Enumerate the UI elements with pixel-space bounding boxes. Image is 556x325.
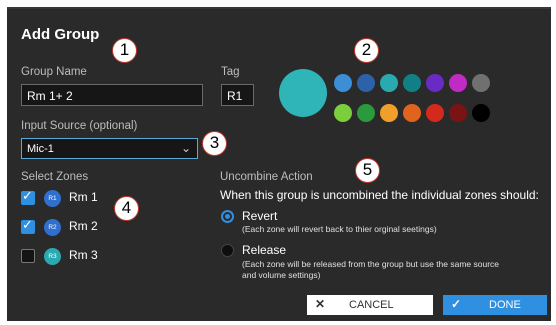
zone-name: Rm 2 xyxy=(69,219,98,233)
color-swatch[interactable] xyxy=(472,74,490,92)
dialog-top-border xyxy=(7,7,551,9)
color-swatch[interactable] xyxy=(403,74,421,92)
color-swatch[interactable] xyxy=(426,104,444,122)
revert-option-title: Revert xyxy=(242,209,278,223)
color-swatch[interactable] xyxy=(380,74,398,92)
release-option-title: Release xyxy=(242,243,287,257)
tag-input[interactable]: R1 xyxy=(221,84,254,106)
select-zones-label: Select Zones xyxy=(21,171,89,183)
zone-name: Rm 1 xyxy=(69,190,98,204)
zone-name: Rm 3 xyxy=(69,248,98,262)
check-icon: ✓ xyxy=(451,297,462,311)
group-name-input[interactable]: Rm 1+ 2 xyxy=(21,84,203,106)
zone-icon: R2 xyxy=(44,219,61,236)
done-button[interactable]: ✓ DONE xyxy=(443,295,547,315)
color-swatch[interactable] xyxy=(357,104,375,122)
done-label: DONE xyxy=(489,299,521,311)
input-source-label: Input Source (optional) xyxy=(21,120,138,132)
tag-label: Tag xyxy=(221,66,240,78)
callout-badge-5: 5 xyxy=(355,158,380,183)
callout-badge-2: 2 xyxy=(354,38,379,63)
callout-badge-1: 1 xyxy=(112,38,137,63)
check-icon: ✓ xyxy=(22,188,33,203)
zone-checkbox[interactable]: ✓ xyxy=(21,217,35,234)
color-swatch[interactable] xyxy=(449,104,467,122)
zone-checkbox[interactable]: ✓ xyxy=(21,188,35,205)
close-icon: ✕ xyxy=(315,297,326,311)
zone-icon: R3 xyxy=(44,248,61,265)
color-swatch[interactable] xyxy=(380,104,398,122)
dialog-title: Add Group xyxy=(21,26,100,43)
color-swatch[interactable] xyxy=(472,104,490,122)
zone-icon: R1 xyxy=(44,190,61,207)
callout-badge-4: 4 xyxy=(114,196,139,221)
callout-badge-3: 3 xyxy=(202,131,227,156)
revert-radio[interactable] xyxy=(221,210,234,223)
cancel-button[interactable]: ✕ CANCEL xyxy=(307,295,433,315)
color-swatch[interactable] xyxy=(426,74,444,92)
chevron-down-icon: ⌄ xyxy=(180,141,191,155)
color-swatch[interactable] xyxy=(334,74,352,92)
selected-color-swatch xyxy=(279,69,327,117)
uncombine-action-label: Uncombine Action xyxy=(220,171,313,183)
release-radio[interactable] xyxy=(221,244,234,257)
color-swatch[interactable] xyxy=(357,74,375,92)
zone-checkbox[interactable] xyxy=(21,249,35,263)
cancel-label: CANCEL xyxy=(349,299,394,311)
add-group-dialog: Add Group Group Name Rm 1+ 2 Tag R1 Inpu… xyxy=(7,7,551,321)
uncombine-prompt: When this group is uncombined the indivi… xyxy=(220,188,539,202)
group-name-label: Group Name xyxy=(21,66,87,78)
color-swatch[interactable] xyxy=(334,104,352,122)
check-icon: ✓ xyxy=(22,217,33,232)
color-swatch[interactable] xyxy=(449,74,467,92)
revert-option-desc: (Each zone will revert back to thier org… xyxy=(242,224,437,234)
release-option-desc-line2: and volume settings) xyxy=(242,270,321,280)
input-source-value: Mic-1 xyxy=(27,143,54,155)
color-swatch[interactable] xyxy=(403,104,421,122)
release-option-desc-line1: (Each zone will be released from the gro… xyxy=(242,259,500,269)
input-source-select[interactable]: Mic-1 ⌄ xyxy=(21,138,198,159)
